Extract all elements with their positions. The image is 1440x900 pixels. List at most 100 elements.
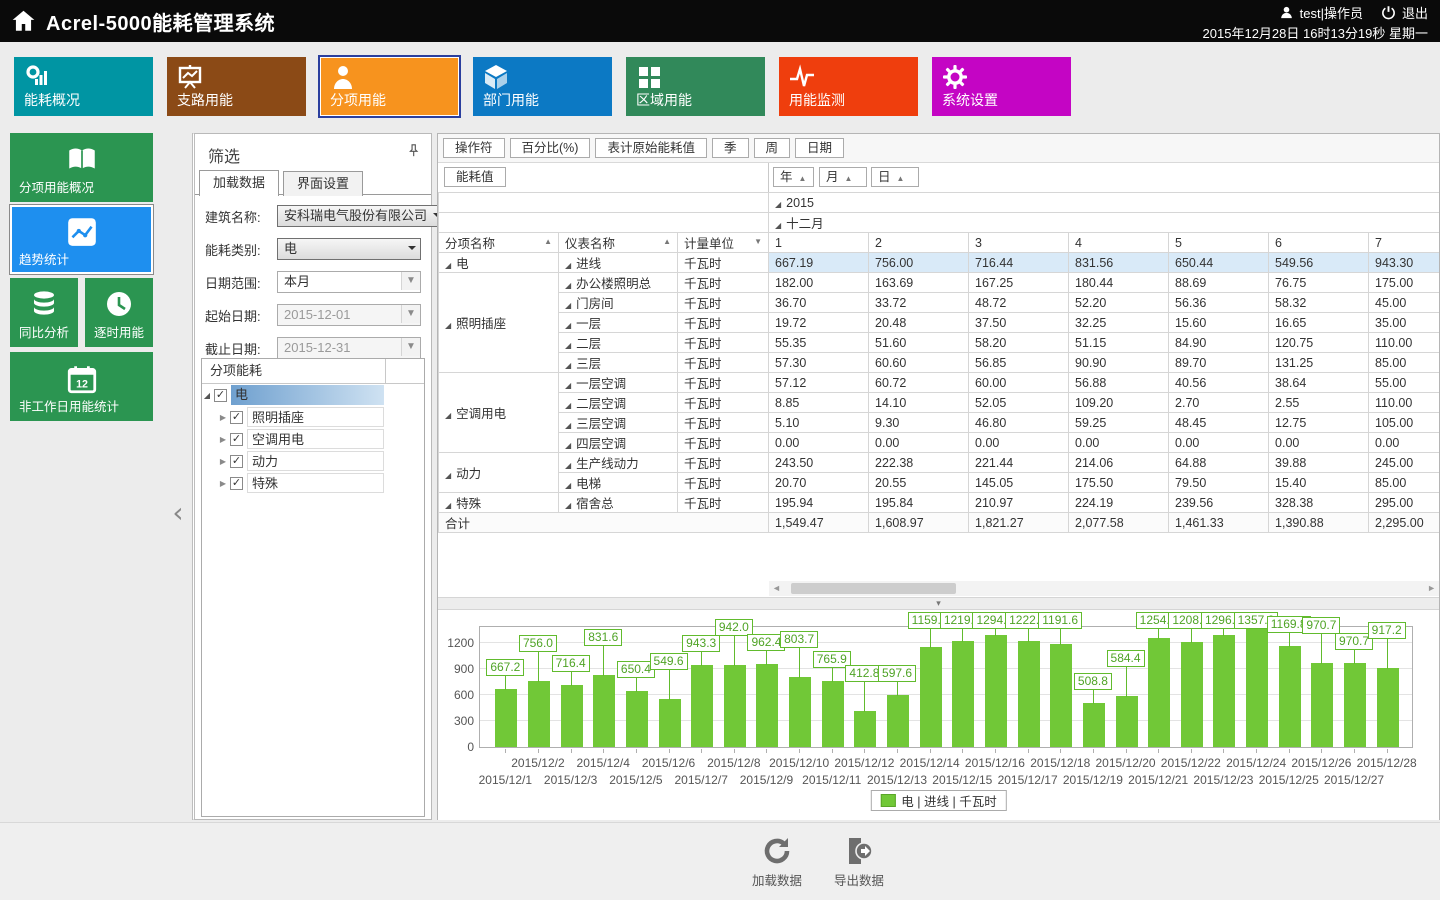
category-cell[interactable]: ◢动力 <box>439 453 559 493</box>
filter-tab-2[interactable]: 界面设置 <box>283 171 363 196</box>
nav-tile-6[interactable]: 用能监测 <box>779 57 918 116</box>
axis-chip-2[interactable]: 月▲ <box>819 167 867 187</box>
pivot-chip-4[interactable]: 季 <box>712 138 749 158</box>
sidebar-tile-2[interactable]: 趋势统计 <box>10 205 153 274</box>
chevron-down-icon[interactable]: ▼ <box>401 272 420 290</box>
sidebar-tile-5[interactable]: 12非工作日用能统计 <box>10 352 153 421</box>
x-axis-label: 2015/12/16 <box>965 756 1025 770</box>
dropdown-1[interactable]: 安科瑞电气股份有限公司 <box>277 205 446 227</box>
meter-cell[interactable]: ◢二层 <box>559 333 678 353</box>
bar-2015/12/19 <box>1083 703 1105 747</box>
logout-button[interactable]: 退出 <box>1402 3 1428 22</box>
collapsed-icon[interactable]: ▶ <box>218 435 228 444</box>
day-header[interactable]: 6 <box>1269 233 1369 253</box>
pivot-chip-5[interactable]: 周 <box>754 138 791 158</box>
day-header[interactable]: 4 <box>1069 233 1169 253</box>
tree-node-1[interactable]: ▶✓ 照明插座 <box>202 406 424 428</box>
meter-cell[interactable]: ◢三层空调 <box>559 413 678 433</box>
chevron-down-icon[interactable]: ▼ <box>401 338 420 356</box>
home-icon[interactable] <box>10 8 37 34</box>
pivot-chip-2[interactable]: 百分比(%) <box>510 138 591 158</box>
nav-tile-5[interactable]: 区域用能 <box>626 57 765 116</box>
day-header[interactable]: 3 <box>969 233 1069 253</box>
category-cell[interactable]: ◢照明插座 <box>439 273 559 373</box>
meter-cell[interactable]: ◢电梯 <box>559 473 678 493</box>
tree-node-2[interactable]: ▶✓ 空调用电 <box>202 428 424 450</box>
pivot-chip-6[interactable]: 日期 <box>795 138 844 158</box>
pin-icon[interactable] <box>408 144 421 157</box>
dropdown-2[interactable]: 电 <box>277 238 421 260</box>
sidebar-tile-4[interactable]: 逐时用能 <box>85 278 153 347</box>
meter-cell[interactable]: ◢办公楼照明总 <box>559 273 678 293</box>
checkbox[interactable]: ✓ <box>230 411 243 424</box>
combo-5[interactable]: 2015-12-31▼ <box>277 337 421 359</box>
checkbox[interactable]: ✓ <box>230 433 243 446</box>
collapse-splitter[interactable]: ▾ <box>438 597 1439 610</box>
tree-node-root[interactable]: ◢✓ 电 <box>202 384 424 406</box>
collapse-sidebar-chevron-icon[interactable]: ‹ <box>166 496 190 532</box>
load-data-button[interactable]: 加载数据 <box>740 835 814 889</box>
col-header-category[interactable]: 分项名称▲ <box>439 233 559 253</box>
day-header[interactable]: 1 <box>769 233 869 253</box>
combo-3[interactable]: 本月▼ <box>277 271 421 293</box>
meter-cell[interactable]: ◢进线 <box>559 253 678 273</box>
tree-node-4[interactable]: ▶✓ 特殊 <box>202 472 424 494</box>
tree-node-label[interactable]: 特殊 <box>247 473 384 493</box>
meter-cell[interactable]: ◢三层 <box>559 353 678 373</box>
unit-cell: 千瓦时 <box>678 393 769 413</box>
tree-node-label[interactable]: 电 <box>231 385 384 405</box>
bar-value-label: 803.7 <box>780 631 818 648</box>
checkbox[interactable]: ✓ <box>230 455 243 468</box>
x-axis-tick <box>864 749 865 753</box>
col-header-unit[interactable]: 计量单位▼ <box>678 233 769 253</box>
collapsed-icon[interactable]: ▶ <box>218 413 228 422</box>
meter-cell[interactable]: ◢门房间 <box>559 293 678 313</box>
sidebar-tile-3[interactable]: 同比分析 <box>10 278 78 347</box>
horizontal-scrollbar[interactable]: ◄ ► <box>769 581 1439 596</box>
day-header[interactable]: 7 <box>1369 233 1439 253</box>
tree-node-label[interactable]: 动力 <box>247 451 384 471</box>
collapsed-icon[interactable]: ▶ <box>218 479 228 488</box>
scrollbar-thumb[interactable] <box>791 583 956 594</box>
category-cell[interactable]: ◢空调用电 <box>439 373 559 453</box>
total-label: 合计 <box>439 513 769 533</box>
pivot-chip-3[interactable]: 表计原始能耗值 <box>595 138 707 158</box>
year-cell[interactable]: ◢2015 <box>769 193 1439 213</box>
axis-chip-3[interactable]: 日▲ <box>871 167 919 187</box>
meter-cell[interactable]: ◢生产线动力 <box>559 453 678 473</box>
month-cell[interactable]: ◢十二月 <box>769 213 1439 233</box>
tree-node-label[interactable]: 照明插座 <box>247 407 384 427</box>
checkbox[interactable]: ✓ <box>214 389 227 402</box>
sidebar-tile-1[interactable]: 分项用能概况 <box>10 133 153 202</box>
expanded-icon[interactable]: ◢ <box>202 391 212 400</box>
category-cell[interactable]: ◢电 <box>439 253 559 273</box>
day-header[interactable]: 2 <box>869 233 969 253</box>
nav-tile-7[interactable]: 系统设置 <box>932 57 1071 116</box>
nav-tile-1[interactable]: 能耗概况 <box>14 57 153 116</box>
col-header-meter[interactable]: 仪表名称▲ <box>559 233 678 253</box>
scroll-right-icon[interactable]: ► <box>1427 583 1436 593</box>
measure-chip[interactable]: 能耗值 <box>444 167 506 187</box>
nav-tile-2[interactable]: 支路用能 <box>167 57 306 116</box>
nav-tile-4[interactable]: 部门用能 <box>473 57 612 116</box>
power-icon[interactable] <box>1381 5 1396 20</box>
meter-cell[interactable]: ◢一层 <box>559 313 678 333</box>
filter-tab-1[interactable]: 加载数据 <box>199 170 279 196</box>
export-data-button[interactable]: 导出数据 <box>822 835 896 889</box>
meter-cell[interactable]: ◢宿舍总 <box>559 493 678 513</box>
collapsed-icon[interactable]: ▶ <box>218 457 228 466</box>
tree-node-3[interactable]: ▶✓ 动力 <box>202 450 424 472</box>
axis-chip-1[interactable]: 年▲ <box>773 167 814 187</box>
combo-4[interactable]: 2015-12-01▼ <box>277 304 421 326</box>
meter-cell[interactable]: ◢一层空调 <box>559 373 678 393</box>
category-cell[interactable]: ◢特殊 <box>439 493 559 513</box>
meter-cell[interactable]: ◢二层空调 <box>559 393 678 413</box>
chevron-down-icon[interactable]: ▼ <box>401 305 420 323</box>
meter-cell[interactable]: ◢四层空调 <box>559 433 678 453</box>
checkbox[interactable]: ✓ <box>230 477 243 490</box>
tree-node-label[interactable]: 空调用电 <box>247 429 384 449</box>
scroll-left-icon[interactable]: ◄ <box>772 583 781 593</box>
pivot-chip-1[interactable]: 操作符 <box>443 138 505 158</box>
nav-tile-3[interactable]: 分项用能 <box>320 57 459 116</box>
day-header[interactable]: 5 <box>1169 233 1269 253</box>
